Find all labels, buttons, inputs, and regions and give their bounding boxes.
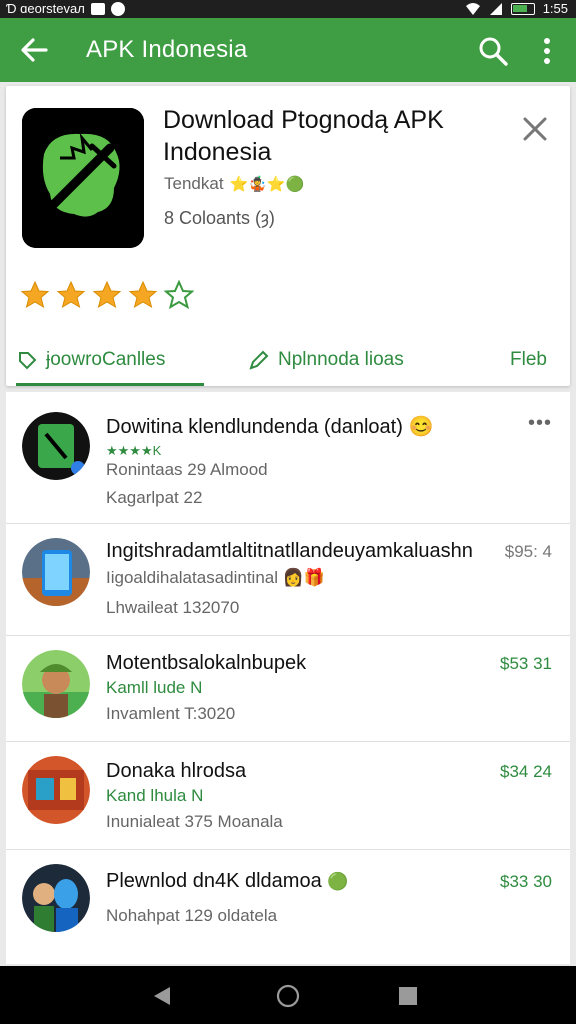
close-icon[interactable]	[520, 114, 550, 144]
item-price: $53 31	[500, 654, 552, 673]
list-item[interactable]: Motentbsalokalnbupek Kamll lude N Invaml…	[6, 636, 570, 742]
tab-reviews[interactable]: Nplnnoda lioas	[248, 334, 404, 386]
item-detail: Nohahpat 129 oldatela	[106, 906, 278, 925]
item-detail: Invamlent T:3020	[106, 704, 236, 723]
overflow-menu-icon[interactable]: •••	[528, 412, 552, 435]
star-icon[interactable]	[56, 280, 86, 310]
arrow-left-icon[interactable]	[16, 32, 52, 68]
item-subtitle: Kamll lude N	[106, 678, 203, 697]
star-icon[interactable]	[128, 280, 158, 310]
avatar	[22, 864, 90, 932]
app-bar-title: APK Indonesia	[86, 36, 248, 63]
signal-icon	[489, 2, 502, 15]
review-count: 8 Coloants (ȝ)	[164, 208, 275, 228]
search-icon[interactable]	[476, 34, 510, 68]
status-time: 1:55	[542, 1, 568, 16]
item-subtitle: Kand lhula N	[106, 786, 204, 805]
item-price: $34 24	[500, 762, 552, 781]
item-title: Donaka hlrodsa	[106, 760, 247, 782]
item-title: Motentbsalokalnbupek	[106, 652, 307, 674]
nav-recents-icon[interactable]	[398, 986, 418, 1006]
star-icon[interactable]	[92, 280, 122, 310]
tab-downloads[interactable]: ɉoowroCanlles	[16, 334, 204, 386]
tab-more[interactable]: Fleb	[510, 334, 547, 386]
notification-icon	[90, 2, 105, 15]
avatar	[22, 756, 90, 824]
item-title: Plewnlod dn4K dldamoa 🟢	[106, 870, 349, 892]
list-item[interactable]: Ingitshradamtlaltitnatllandeuyamkaluashn…	[6, 524, 570, 636]
avatar	[22, 650, 90, 718]
item-price: $95: 4	[504, 542, 552, 561]
item-title: Ingitshradamtlaltitnatllandeuyamkaluashn	[106, 540, 473, 562]
star-outline-icon[interactable]	[164, 280, 194, 310]
more-vert-icon[interactable]	[534, 34, 560, 68]
item-subtitle: Iigoaldihalatasadintinal 👩🎁	[106, 568, 326, 587]
list-item[interactable]: Plewnlod dn4K dldamoa 🟢 Nohahpat 129 old…	[6, 850, 570, 964]
list-item[interactable]: Dowitina klendlundenda (danloat) 😊 ★★★★K…	[6, 392, 570, 524]
battery-icon	[510, 2, 535, 15]
tab-label: ɉoowroCanlles	[46, 349, 166, 370]
notification-icon	[110, 1, 125, 16]
list-item[interactable]: Donaka hlrodsa Kand lhula N Inunialeat 3…	[6, 742, 570, 850]
app-detail-card: Download Ptognodą APK Indonesia Tendkat …	[6, 86, 570, 386]
developer-line: Tendkat ⭐🤹⭐🟢	[164, 174, 304, 194]
tab-label: Nplnnoda lioas	[278, 349, 404, 370]
developer-name[interactable]: Tendkat	[164, 174, 224, 194]
nav-back-icon[interactable]	[150, 984, 174, 1008]
system-nav-bar	[0, 966, 576, 1024]
badge-icons: 👩🎁	[282, 568, 326, 587]
developer-badges: ⭐🤹⭐🟢	[229, 176, 305, 193]
item-detail: Inunialeat 375 Moanala	[106, 812, 283, 831]
nav-home-icon[interactable]	[276, 984, 300, 1008]
tab-bar: ɉoowroCanlles Nplnnoda lioas Fleb	[6, 334, 570, 386]
status-left-text: Ɗ ɑeorstevaл	[6, 1, 85, 16]
item-title: Dowitina klendlundenda (danloat) 😊	[106, 416, 434, 438]
app-list: Dowitina klendlundenda (danloat) 😊 ★★★★K…	[6, 392, 570, 964]
wifi-icon	[465, 2, 480, 15]
item-subtitle: ★★★★K Ronintaas 29 Almood	[106, 443, 268, 479]
app-bar: APK Indonesia	[0, 18, 576, 82]
app-icon	[22, 108, 144, 248]
item-price: $33 30	[500, 872, 552, 891]
mini-rating: ★★★★K	[106, 443, 162, 458]
item-detail: Lhwaileat 132070	[106, 598, 240, 617]
star-icon[interactable]	[20, 280, 50, 310]
pencil-icon	[249, 350, 269, 370]
tab-label: Fleb	[510, 349, 547, 370]
item-detail: Kagarlpat 22	[106, 488, 203, 507]
avatar	[22, 538, 90, 606]
status-bar: Ɗ ɑeorstevaл 1:55	[0, 0, 576, 18]
avatar	[22, 412, 90, 480]
app-title: Download Ptognodą APK Indonesia	[163, 106, 444, 166]
tag-icon	[19, 352, 37, 370]
rating-stars[interactable]	[20, 280, 194, 310]
